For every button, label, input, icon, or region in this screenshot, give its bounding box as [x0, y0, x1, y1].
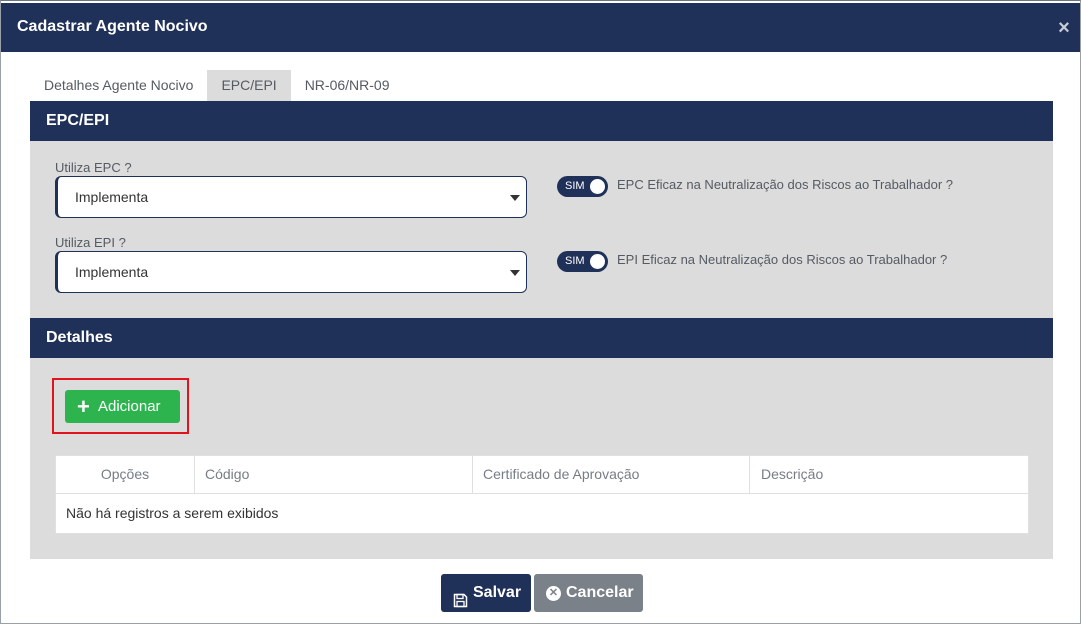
tab-detalhes-agente[interactable]: Detalhes Agente Nocivo: [30, 70, 207, 101]
chevron-down-icon: [510, 270, 520, 276]
epi-label: Utiliza EPI ?: [55, 235, 126, 250]
epi-select[interactable]: Implementa: [55, 251, 527, 293]
add-button-highlight: + Adicionar: [52, 378, 189, 434]
details-table: Opções Código Certificado de Aprovação D…: [55, 455, 1029, 534]
cancel-button-label: Cancelar: [566, 584, 634, 601]
save-button[interactable]: Salvar: [441, 574, 531, 612]
epc-toggle-label: SIM: [565, 180, 585, 192]
empty-message: Não há registros a serem exibidos: [66, 505, 279, 521]
epc-epi-panel: EPC/EPI Utiliza EPC ? Implementa SIM EPC…: [30, 101, 1053, 318]
column-opcoes[interactable]: Opções: [56, 456, 195, 493]
add-button[interactable]: + Adicionar: [65, 390, 180, 423]
column-descricao[interactable]: Descrição: [750, 456, 1028, 493]
modal-title: Cadastrar Agente Nocivo: [17, 18, 208, 35]
cancel-button[interactable]: ✕ Cancelar: [534, 574, 643, 612]
epc-select-value: Implementa: [75, 189, 149, 205]
column-codigo[interactable]: Código: [195, 456, 473, 493]
modal-header: Cadastrar Agente Nocivo ×: [1, 3, 1080, 52]
epi-eficaz-text: EPI Eficaz na Neutralização dos Riscos a…: [617, 252, 948, 267]
toggle-knob: [590, 254, 605, 269]
save-icon: [453, 585, 468, 623]
epi-toggle-label: SIM: [565, 255, 585, 267]
tab-epc-epi[interactable]: EPC/EPI: [207, 70, 291, 101]
close-circle-icon: ✕: [546, 586, 561, 601]
chevron-down-icon: [510, 195, 520, 201]
details-panel: Detalhes + Adicionar Opções Código Certi…: [30, 318, 1053, 559]
close-icon[interactable]: ×: [1056, 18, 1072, 38]
epi-select-value: Implementa: [75, 264, 149, 280]
epc-eficaz-text: EPC Eficaz na Neutralização dos Riscos a…: [617, 177, 954, 192]
plus-icon: +: [77, 394, 90, 419]
toggle-knob: [590, 179, 605, 194]
modal-dialog: Cadastrar Agente Nocivo × Detalhes Agent…: [0, 0, 1081, 624]
column-certificado[interactable]: Certificado de Aprovação: [473, 456, 750, 493]
epc-label: Utiliza EPC ?: [55, 160, 132, 175]
tab-nr06-nr09[interactable]: NR-06/NR-09: [291, 70, 404, 101]
epi-eficaz-toggle[interactable]: SIM: [557, 251, 608, 272]
epc-select[interactable]: Implementa: [55, 176, 527, 218]
epc-eficaz-toggle[interactable]: SIM: [557, 176, 608, 197]
epc-epi-panel-title: EPC/EPI: [30, 101, 1053, 141]
tab-bar: Detalhes Agente Nocivo EPC/EPI NR-06/NR-…: [30, 70, 404, 101]
table-header: Opções Código Certificado de Aprovação D…: [56, 456, 1028, 494]
add-button-label: Adicionar: [98, 398, 161, 415]
save-button-label: Salvar: [473, 584, 522, 601]
details-panel-title: Detalhes: [30, 318, 1053, 358]
